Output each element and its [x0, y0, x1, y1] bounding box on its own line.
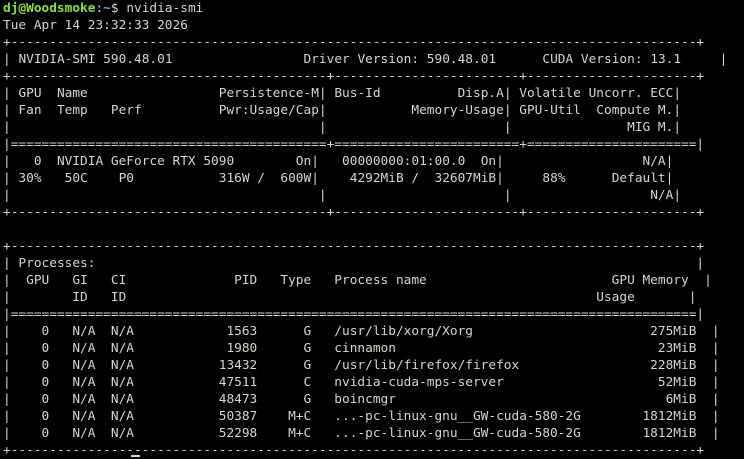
- table-border-top: +---------------------------------------…: [3, 35, 705, 50]
- cuda-version: CUDA Version: 13.1: [542, 52, 682, 67]
- gpu-row: | 30% 50C P0 316W / 600W| 4292MiB / 3260…: [3, 171, 674, 186]
- gpu-mig: N/A: [511, 188, 674, 203]
- text-cursor: [131, 455, 140, 457]
- gpu-bus-id: 00000000:01:00.0 On: [318, 154, 497, 169]
- command-text: nvidia-smi: [126, 1, 204, 16]
- gpu-header-row: | | | MIG M.|: [3, 120, 682, 135]
- table-border-bottom: +---------------------------------------…: [3, 205, 705, 220]
- gpu-ecc: N/A: [503, 154, 666, 169]
- process-row: | 0 N/A N/A 1563 G /usr/lib/xorg/Xorg 27…: [3, 324, 720, 339]
- gpu-util: 88% Default: [503, 171, 666, 186]
- gpu-name: 0 NVIDIA GeForce RTX 5090 On: [10, 154, 312, 169]
- terminal-output[interactable]: dj@Woodsmoke:~$ nvidia-smi Tue Apr 14 23…: [3, 0, 744, 459]
- process-row: | 0 N/A N/A 48473 G boincmgr 6MiB |: [3, 392, 720, 407]
- version-row: | NVIDIA-SMI 590.48.01 Driver Version: 5…: [3, 52, 728, 67]
- processes-border-bottom: +---------------------------------------…: [3, 443, 705, 458]
- processes-title: Processes:: [10, 256, 96, 271]
- process-row: | 0 N/A N/A 13432 G /usr/lib/firefox/fir…: [3, 358, 720, 373]
- processes-separator-double: |=======================================…: [3, 307, 705, 322]
- gpu-row: | | | N/A|: [3, 188, 682, 203]
- smi-version: NVIDIA-SMI 590.48.01: [18, 52, 173, 67]
- prompt-user-host: dj@Woodsmoke: [3, 1, 96, 16]
- process-row: | 0 N/A N/A 47511 C nvidia-cuda-mps-serv…: [3, 375, 720, 390]
- timestamp: Tue Apr 14 23:32:33 2026: [3, 18, 188, 33]
- prompt-symbol: $: [110, 1, 127, 16]
- driver-version: Driver Version: 590.48.01: [303, 52, 497, 67]
- processes-header-row: | GPU GI CI PID Type Process name GPU Me…: [3, 273, 712, 288]
- processes-header-row: | ID ID Usage |: [3, 290, 697, 305]
- process-row: | 0 N/A N/A 52298 M+C ...-pc-linux-gnu__…: [3, 426, 720, 441]
- process-row: | 0 N/A N/A 1980 G cinnamon 23MiB |: [3, 341, 720, 356]
- processes-title-row: | Processes: |: [3, 256, 705, 271]
- gpu-row: | 0 NVIDIA GeForce RTX 5090 On| 00000000…: [3, 154, 674, 169]
- gpu-header-row: | Fan Temp Perf Pwr:Usage/Cap| Memory-Us…: [3, 103, 682, 118]
- table-separator: +---------------------------------------…: [3, 69, 705, 84]
- gpu-power: 30% 50C P0 316W / 600W: [10, 171, 312, 186]
- processes-border-top: +---------------------------------------…: [3, 239, 705, 254]
- prompt-path: ~: [103, 1, 111, 16]
- process-row: | 0 N/A N/A 50387 M+C ...-pc-linux-gnu__…: [3, 409, 720, 424]
- table-separator-double: |=======================================…: [3, 137, 705, 152]
- gpu-header-row: | GPU Name Persistence-M| Bus-Id Disp.A|…: [3, 86, 682, 101]
- prompt-separator: :: [95, 1, 104, 16]
- prompt-line: dj@Woodsmoke:~$ nvidia-smi: [3, 0, 744, 17]
- gpu-memory-usage: 4292MiB / 32607MiB: [318, 171, 497, 186]
